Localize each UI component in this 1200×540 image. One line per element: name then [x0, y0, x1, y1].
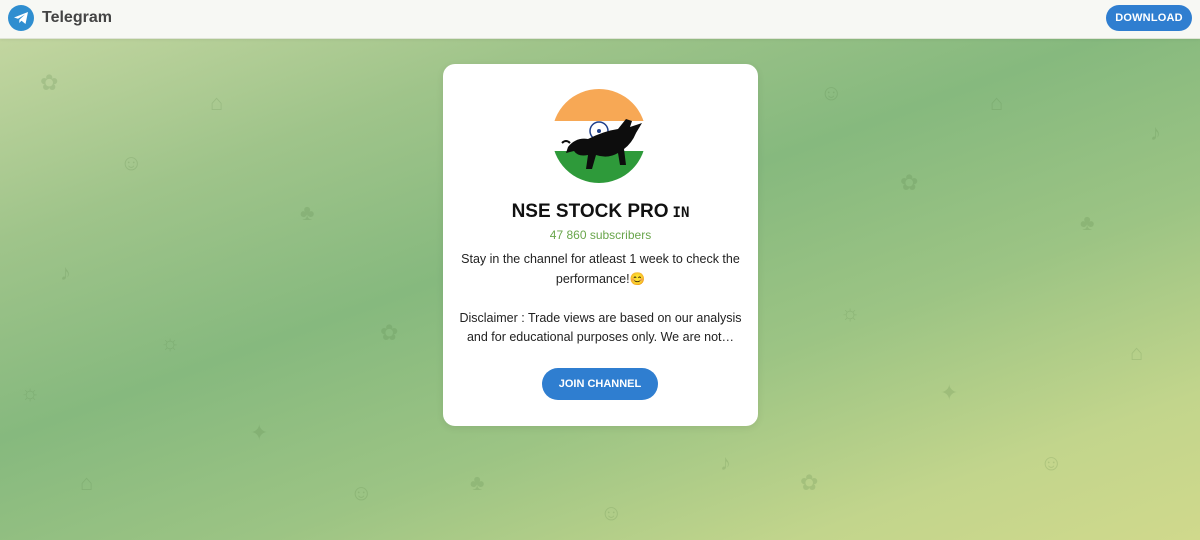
- telegram-logo-icon[interactable]: [8, 5, 34, 31]
- channel-card: NSE STOCK PRO IN 47 860 subscribers Stay …: [443, 64, 758, 426]
- download-button[interactable]: DOWNLOAD: [1106, 5, 1192, 31]
- app-name[interactable]: Telegram: [42, 9, 112, 27]
- top-bar: Telegram DOWNLOAD: [0, 0, 1200, 39]
- join-channel-button[interactable]: JOIN CHANNEL: [542, 368, 658, 400]
- channel-title: NSE STOCK PRO IN: [443, 201, 758, 223]
- channel-description: Stay in the channel for atleast 1 week t…: [459, 252, 742, 344]
- india-flag-icon: IN: [672, 205, 690, 221]
- channel-avatar: [552, 89, 646, 183]
- subscriber-count: 47 860 subscribers: [549, 228, 652, 242]
- channel-name: NSE STOCK PRO: [511, 201, 669, 222]
